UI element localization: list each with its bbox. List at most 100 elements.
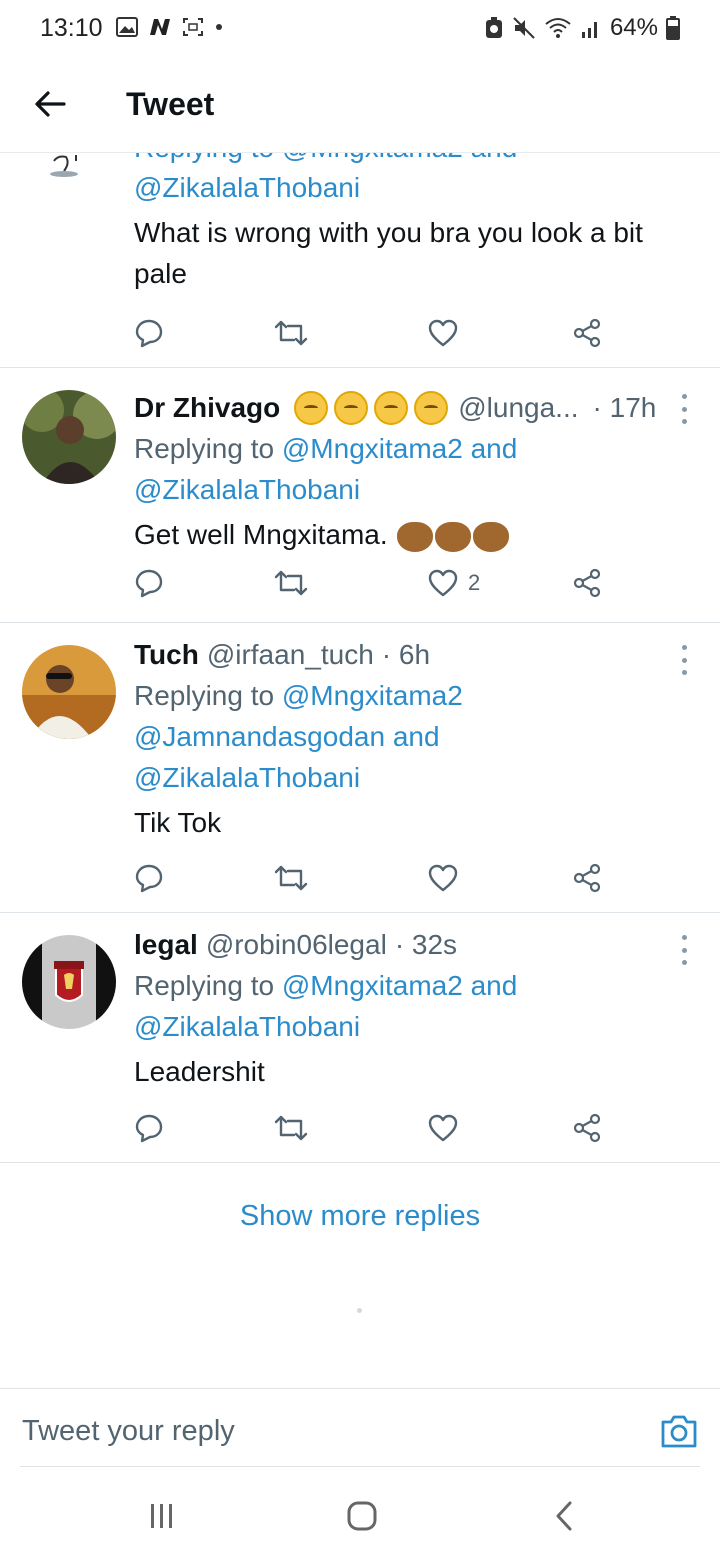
- tweet-item[interactable]: Tuch @irfaan_tuch · 6h Replying to @Mngx…: [0, 623, 720, 913]
- reply-button[interactable]: [134, 313, 164, 353]
- replying-prefix: Replying to: [134, 433, 275, 464]
- avatar[interactable]: [22, 390, 116, 484]
- pensive-emoji: [374, 391, 409, 425]
- display-name[interactable]: Dr Zhivago: [134, 388, 280, 428]
- like-button[interactable]: [428, 1108, 458, 1148]
- reply-input[interactable]: [22, 1415, 582, 1448]
- and-word: and: [470, 970, 518, 1001]
- battery-saver-icon: [485, 17, 502, 38]
- mention-link[interactable]: @ZikalalaThobani: [134, 1006, 700, 1047]
- back-button[interactable]: [30, 84, 70, 124]
- and-word: and: [392, 721, 440, 752]
- like-icon: [428, 1114, 458, 1142]
- tweet-header: Tuch @irfaan_tuch · 6h: [134, 635, 700, 675]
- tweet-actions: 2: [134, 563, 614, 603]
- tweet-actions: [134, 1108, 614, 1148]
- retweet-icon: [274, 320, 308, 346]
- reply-button[interactable]: [134, 858, 164, 898]
- system-icons: 64%: [484, 14, 680, 42]
- like-icon: [428, 569, 458, 597]
- retweet-icon: [274, 865, 308, 891]
- tweet-item[interactable]: Dr Zhivago @lunga... · 17h Replying to @…: [0, 368, 720, 623]
- reply-button[interactable]: [134, 563, 164, 603]
- status-time: 13:10: [40, 14, 103, 42]
- avatar[interactable]: [22, 935, 116, 1029]
- back-nav-button[interactable]: [544, 1498, 584, 1534]
- page-title: Tweet: [126, 86, 215, 122]
- recents-icon: [151, 1504, 172, 1528]
- reply-icon: [135, 1114, 163, 1143]
- share-button[interactable]: [572, 858, 602, 898]
- retweet-button[interactable]: [274, 313, 308, 353]
- mention-link[interactable]: @Mngxitama2: [282, 970, 463, 1001]
- mention-link[interactable]: @Mngxitama2: [282, 680, 463, 711]
- replying-line: Replying to @Mngxitama2 and: [134, 965, 700, 1006]
- like-button[interactable]: [428, 858, 458, 898]
- mention-link[interactable]: @ZikalalaThobani: [134, 167, 700, 208]
- show-more-replies-link[interactable]: Show more replies: [0, 1200, 720, 1233]
- timestamp: · 17h: [592, 392, 657, 423]
- back-nav-icon: [556, 1501, 572, 1531]
- more-options-button[interactable]: [676, 645, 692, 675]
- tweet-text: Get well Mngxitama.: [134, 519, 388, 550]
- back-arrow-icon: [35, 91, 66, 117]
- retweet-button[interactable]: [274, 563, 308, 603]
- like-button[interactable]: 2: [428, 563, 480, 603]
- avatar-partial: [50, 155, 78, 177]
- reply-icon: [135, 864, 163, 893]
- divider: [20, 1466, 700, 1467]
- camera-button[interactable]: [660, 1413, 698, 1449]
- like-icon: [428, 319, 458, 347]
- retweet-button[interactable]: [274, 1108, 308, 1148]
- share-button[interactable]: [572, 313, 602, 353]
- tweet-item[interactable]: legal @robin06legal · 32s Replying to @M…: [0, 913, 720, 1163]
- display-name[interactable]: Tuch: [134, 635, 199, 675]
- home-icon: [347, 1501, 377, 1531]
- clap-emoji: [435, 521, 472, 552]
- mute-icon: [513, 17, 535, 39]
- pensive-emoji: [414, 391, 449, 425]
- like-count: 2: [468, 570, 481, 595]
- handle[interactable]: @irfaan_tuch: [207, 635, 374, 675]
- share-icon: [573, 863, 601, 893]
- system-nav-bar: [0, 1470, 720, 1560]
- share-button[interactable]: [572, 1108, 602, 1148]
- battery-percent: 64%: [609, 14, 658, 41]
- replying-line: Replying to @Mngxitama2: [134, 675, 700, 716]
- replying-line-2: @Jamnandasgodan and: [134, 716, 700, 757]
- mention-link[interactable]: @Jamnandasgodan: [134, 721, 385, 752]
- pensive-emoji: [334, 391, 369, 425]
- replying-prefix: Replying to: [134, 970, 275, 1001]
- recents-button[interactable]: [142, 1498, 182, 1534]
- like-button[interactable]: [428, 313, 458, 353]
- reply-button[interactable]: [134, 1108, 164, 1148]
- tweet-actions: [134, 858, 614, 898]
- pensive-emoji: [294, 391, 329, 425]
- tweet-text: Tik Tok: [134, 807, 222, 838]
- display-name[interactable]: legal: [134, 925, 198, 965]
- timestamp: · 6h: [381, 639, 431, 670]
- dot-icon: [216, 24, 222, 30]
- tweet-text: What is wrong with you bra you look a bi…: [134, 217, 643, 289]
- avatar[interactable]: [22, 645, 116, 739]
- reply-composer: [0, 1388, 720, 1468]
- share-icon: [573, 1113, 601, 1143]
- handle[interactable]: @lunga...: [458, 388, 578, 428]
- share-button[interactable]: [572, 563, 602, 603]
- home-button[interactable]: [342, 1498, 382, 1534]
- retweet-button[interactable]: [274, 858, 308, 898]
- tweet-text-row: Get well Mngxitama.: [134, 514, 700, 555]
- tweet-partial[interactable]: Replying to @Mngxitama2 and @ZikalalaTho…: [0, 139, 720, 368]
- handle[interactable]: @robin06legal: [206, 925, 387, 965]
- mention-link[interactable]: @Mngxitama2: [282, 433, 463, 464]
- mention-link[interactable]: @ZikalalaThobani: [134, 757, 700, 798]
- more-options-button[interactable]: [676, 394, 692, 424]
- share-icon: [573, 318, 601, 348]
- more-options-button[interactable]: [676, 935, 692, 965]
- replying-line: Replying to @Mngxitama2 and: [134, 428, 700, 469]
- mention-link[interactable]: @ZikalalaThobani: [134, 469, 700, 510]
- retweet-icon: [274, 570, 308, 596]
- replies-feed: Replying to @Mngxitama2 and @ZikalalaTho…: [0, 139, 720, 1163]
- app-header: Tweet: [0, 60, 720, 153]
- tweet-header: Dr Zhivago @lunga... · 17h: [134, 388, 700, 428]
